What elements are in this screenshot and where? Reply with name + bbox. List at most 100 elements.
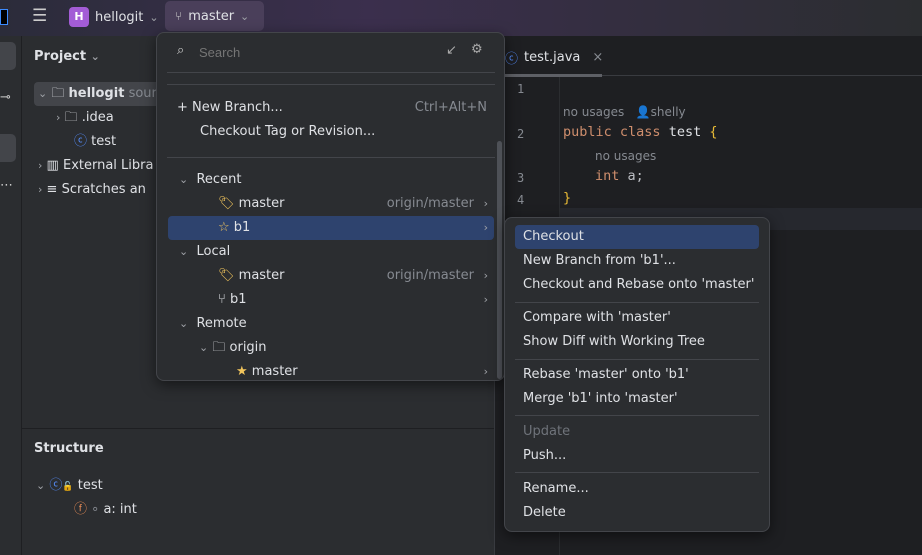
close-icon[interactable]: ×: [592, 50, 603, 65]
project-widget[interactable]: H hellogit ⌄: [69, 6, 159, 28]
menu-item-rebase[interactable]: Rebase 'master' onto 'b1': [523, 363, 689, 387]
structure-tool-icon[interactable]: [0, 134, 16, 162]
tree-label: test: [77, 478, 103, 493]
branch-popup: ⌕ ↙ ⚙ + New Branch... Ctrl+Alt+N Checkout…: [156, 32, 505, 381]
menu-item-push[interactable]: Push...: [523, 444, 566, 468]
structure-item-a[interactable]: ⓕ ∘ a: int: [74, 498, 137, 522]
group-label: Remote: [196, 316, 247, 331]
code-line-3[interactable]: int a;: [595, 168, 644, 184]
folder-icon: 🗀: [64, 110, 78, 125]
class-icon: ⓒ: [74, 134, 88, 149]
branch-widget[interactable]: ⑂ master ⌄: [165, 1, 264, 31]
menu-item-compare[interactable]: Compare with 'master': [523, 306, 671, 330]
branch-icon: ⑂: [175, 9, 183, 23]
code-line-4[interactable]: }: [563, 190, 571, 206]
chevron-down-icon: ⌄: [38, 87, 48, 100]
scrollbar[interactable]: [497, 141, 502, 379]
project-badge: H: [69, 7, 89, 27]
tree-label: .idea: [81, 110, 114, 125]
menu-item-new-branch-from[interactable]: New Branch from 'b1'...: [523, 249, 676, 273]
project-name: hellogit: [95, 9, 144, 25]
branch-item-local-b1[interactable]: ⑂ b1 ›: [168, 288, 494, 312]
panel-title: Project: [34, 49, 87, 64]
branch-item-recent-master[interactable]: 🏷 master origin/master ›: [168, 192, 494, 216]
menu-item-merge[interactable]: Merge 'b1' into 'master': [523, 387, 678, 411]
chevron-right-icon: ›: [483, 365, 488, 378]
project-tool-icon[interactable]: [0, 42, 16, 70]
line-number: 1: [517, 82, 525, 96]
lock-icon: 🔓: [62, 482, 74, 492]
group-label: origin: [229, 340, 267, 355]
chevron-down-icon: ⌄: [240, 9, 250, 23]
chevron-right-icon: ›: [483, 221, 488, 234]
menu-item-rename[interactable]: Rename...: [523, 477, 589, 501]
project-panel-title[interactable]: Project ⌄: [34, 49, 100, 64]
tree-suffix: sour: [128, 86, 157, 101]
main-menu-icon[interactable]: ☰: [32, 8, 48, 25]
tag-icon: 🏷: [218, 268, 235, 283]
line-number: 4: [517, 193, 525, 207]
active-tab-underline: [495, 74, 602, 77]
item-label: New Branch...: [192, 100, 283, 115]
chevron-down-icon: ⌄: [36, 479, 46, 492]
checkout-tag-item[interactable]: Checkout Tag or Revision...: [200, 120, 375, 144]
class-icon: ⓒ: [49, 478, 63, 493]
tree-label: Scratches an: [61, 182, 146, 197]
class-icon: ⓒ: [505, 52, 519, 67]
recent-group[interactable]: ⌄ Recent: [179, 168, 241, 192]
collapse-icon[interactable]: ↙: [446, 43, 457, 58]
usage-hint: no usages 👤shelly: [563, 105, 686, 119]
search-input[interactable]: [199, 42, 429, 62]
branch-name: master: [238, 196, 285, 211]
chevron-down-icon: ⌄: [199, 341, 209, 354]
remote-origin-group[interactable]: ⌄ 🗀 origin: [199, 336, 267, 360]
more-icon[interactable]: ⋯: [0, 178, 13, 193]
branch-item-local-master[interactable]: 🏷 master origin/master ›: [168, 264, 494, 288]
branch-name: b1: [233, 220, 251, 235]
chevron-right-icon: ›: [483, 293, 488, 306]
line-number: 3: [517, 171, 525, 185]
author: shelly: [650, 105, 686, 119]
new-branch-item[interactable]: + New Branch... Ctrl+Alt+N: [177, 96, 487, 120]
tab-label: test.java: [524, 50, 581, 65]
field-icon: ⓕ: [74, 502, 88, 517]
search-icon: ⌕: [177, 43, 185, 58]
chevron-down-icon: ⌄: [179, 245, 189, 258]
chevron-right-icon: ›: [483, 197, 488, 210]
structure-item-test[interactable]: ⌄ ⓒ🔓 test: [36, 474, 103, 498]
tree-item-scratches[interactable]: › ≡ Scratches an: [38, 178, 146, 202]
app-logo-icon: [0, 9, 8, 25]
branch-icon: ⑂: [218, 292, 226, 307]
menu-item-delete[interactable]: Delete: [523, 501, 566, 525]
menu-item-checkout-and-rebase[interactable]: Checkout and Rebase onto 'master': [523, 273, 754, 297]
menu-item-show-diff[interactable]: Show Diff with Working Tree: [523, 330, 705, 354]
settings-gear-icon[interactable]: ⚙: [471, 42, 483, 57]
branch-name: master: [238, 268, 285, 283]
panel-title: Structure: [34, 441, 104, 456]
menu-item-update: Update: [523, 424, 571, 439]
remote-group[interactable]: ⌄ Remote: [179, 312, 247, 336]
tree-label: External Libra: [62, 158, 154, 173]
branch-context-menu: Checkout New Branch from 'b1'... Checkou…: [504, 217, 770, 532]
tree-label: a: int: [103, 502, 137, 517]
commit-tool-icon[interactable]: ⊸: [0, 90, 11, 105]
visibility-icon: ∘: [91, 502, 100, 517]
branch-item-recent-b1[interactable]: ☆ b1 ›: [168, 216, 494, 240]
chevron-right-icon: ›: [483, 269, 488, 282]
module-icon: 🗀: [51, 86, 65, 101]
branch-item-remote-master[interactable]: ★ master ›: [168, 360, 494, 380]
star-outline-icon: ☆: [218, 220, 230, 235]
editor-tab[interactable]: ⓒ test.java ×: [505, 48, 603, 67]
structure-panel: Structure ⌄ ⓒ🔓 test ⓕ ∘ a: int: [22, 428, 494, 555]
tree-item-idea[interactable]: › 🗀 .idea: [56, 106, 114, 130]
chevron-down-icon: ⌄: [90, 50, 100, 63]
tree-item-external-libraries[interactable]: › ▥ External Libra: [38, 154, 153, 178]
menu-item-checkout[interactable]: Checkout: [515, 225, 759, 249]
chevron-right-icon: ›: [56, 111, 61, 124]
usage-hint: no usages: [595, 149, 657, 163]
code-line-2[interactable]: public class test {: [563, 124, 718, 140]
tracking-branch: origin/master: [386, 196, 474, 211]
folder-icon: 🗀: [212, 340, 226, 355]
local-group[interactable]: ⌄ Local: [179, 240, 230, 264]
tree-item-test[interactable]: ⓒ test: [74, 130, 116, 154]
